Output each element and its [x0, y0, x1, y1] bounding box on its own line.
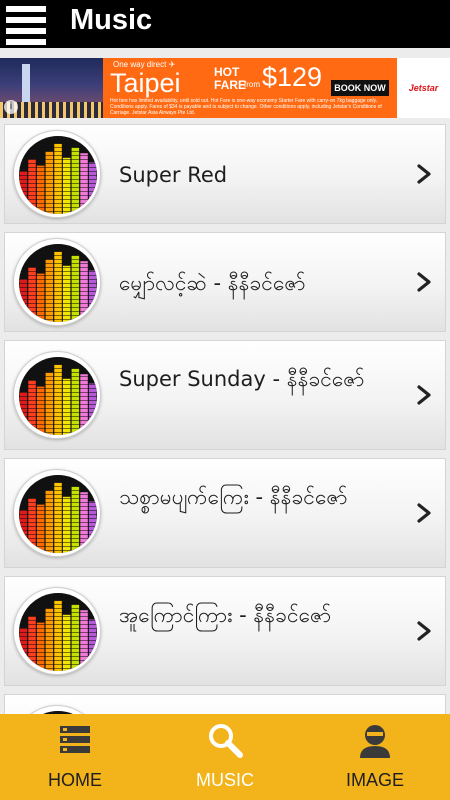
equalizer-thumbnail-icon: [13, 705, 101, 714]
equalizer-thumbnail-icon: [13, 238, 101, 326]
nav-music[interactable]: MUSIC: [150, 714, 300, 800]
equalizer-thumbnail-icon: [13, 351, 101, 439]
equalizer-thumbnail-icon: [13, 587, 101, 675]
song-list: Super Red မျှော်လင့်ဆဲ - နီနီခင်ဇော် Sup…: [4, 124, 446, 714]
nav-image[interactable]: IMAGE: [300, 714, 450, 800]
equalizer-thumbnail-icon: [13, 469, 101, 557]
nav-home-label: HOME: [48, 770, 102, 790]
chevron-right-icon: [417, 272, 431, 292]
ad-city-photo: i: [0, 58, 103, 118]
song-title: အူကြောင်ကြား - နီနီခင်ဇော်: [119, 603, 332, 627]
nav-image-label: IMAGE: [345, 770, 404, 790]
page-title: Music: [70, 4, 153, 36]
ad-from: from: [244, 80, 260, 89]
user-icon: [360, 725, 390, 758]
list-item[interactable]: မျှော်လင့်ဆဲ - နီနီခင်ဇော်: [4, 232, 446, 332]
search-icon: [209, 724, 243, 758]
equalizer-thumbnail-icon: [13, 130, 101, 218]
ad-fine-print: Hot fare has limited availability, until…: [110, 98, 382, 116]
ad-banner[interactable]: i One way direct ✈ Taipei HOT FARE from …: [0, 58, 450, 118]
ad-price: $129: [262, 62, 323, 92]
ad-city: Taipei: [110, 68, 181, 98]
chevron-right-icon: [417, 164, 431, 184]
chevron-right-icon: [417, 621, 431, 641]
bottom-nav: HOME MUSIC IMAGE: [0, 714, 450, 800]
song-title: မျှော်လင့်ဆဲ - နီနီခင်ဇော်: [119, 271, 306, 295]
chevron-right-icon: [417, 385, 431, 405]
ad-brand-logo: Jetstar: [397, 58, 450, 118]
list-item[interactable]: [4, 694, 446, 714]
list-item[interactable]: Super Red: [4, 124, 446, 224]
chevron-right-icon: [417, 503, 431, 523]
list-item[interactable]: Super Sunday - နီနီခင်ဇော်: [4, 340, 446, 450]
ad-hot-fare: HOT FARE: [214, 65, 247, 92]
song-title: Super Sunday - နီနီခင်ဇော်: [119, 367, 365, 391]
top-bar: Music: [0, 0, 450, 48]
list-icon: [60, 726, 90, 753]
nav-music-label: MUSIC: [196, 770, 254, 790]
list-item[interactable]: အူကြောင်ကြား - နီနီခင်ဇော်: [4, 576, 446, 686]
ad-book-now-button[interactable]: BOOK NOW: [331, 80, 389, 96]
song-title: သစ္စာမပျက်ကြေး - နီနီခင်ဇော်: [119, 485, 348, 509]
nav-home[interactable]: HOME: [0, 714, 150, 800]
list-item[interactable]: သစ္စာမပျက်ကြေး - နီနီခင်ဇော်: [4, 458, 446, 568]
hamburger-menu-icon[interactable]: [6, 6, 46, 50]
song-title: Super Red: [119, 163, 228, 187]
ad-info-icon[interactable]: i: [4, 100, 18, 114]
